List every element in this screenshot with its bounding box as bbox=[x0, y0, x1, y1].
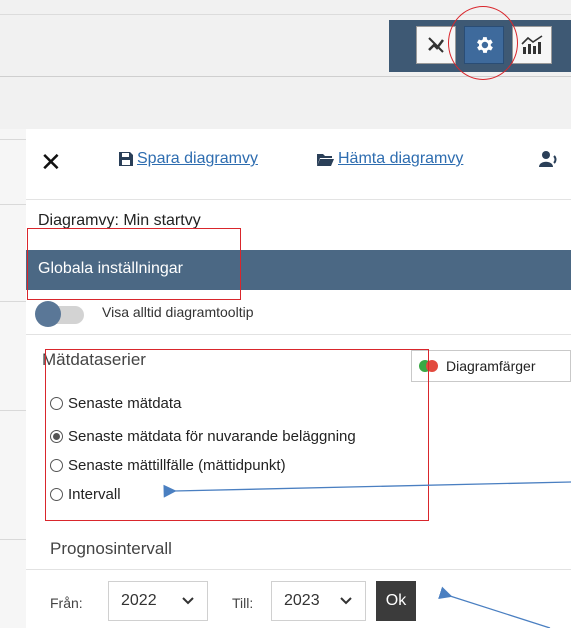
chevron-down-icon bbox=[182, 597, 194, 605]
diagram-colors-label: Diagramfärger bbox=[446, 358, 536, 374]
highlight-box-series bbox=[45, 349, 429, 521]
diagram-colors-button[interactable]: Diagramfärger bbox=[411, 350, 571, 382]
save-view-label: Spara diagramvy bbox=[137, 150, 258, 167]
chart-type-button[interactable] bbox=[512, 26, 552, 64]
to-year-value: 2023 bbox=[284, 592, 320, 609]
load-view-label: Hämta diagramvy bbox=[338, 150, 464, 167]
highlight-box-global-settings bbox=[27, 228, 241, 300]
print-button[interactable] bbox=[539, 150, 562, 168]
floppy-icon bbox=[119, 152, 133, 166]
ok-button[interactable]: Ok bbox=[376, 581, 416, 621]
no-tooltip-icon bbox=[428, 37, 444, 53]
close-icon[interactable]: ✕ bbox=[40, 149, 62, 175]
save-view-link[interactable]: Spara diagramvy bbox=[118, 150, 258, 168]
tooltip-toggle-label: Visa alltid diagramtooltip bbox=[102, 304, 254, 320]
chart-icon bbox=[521, 35, 543, 54]
to-label: Till: bbox=[232, 595, 254, 611]
folder-icon bbox=[317, 153, 334, 166]
toggle-knob[interactable] bbox=[35, 301, 61, 327]
from-label: Från: bbox=[50, 595, 83, 611]
forecast-title: Prognosintervall bbox=[50, 539, 172, 558]
divider bbox=[26, 569, 571, 570]
to-year-select[interactable]: 2023 bbox=[271, 581, 366, 621]
highlight-circle bbox=[448, 6, 518, 80]
print-icon bbox=[539, 151, 557, 167]
tooltip-toggle-row: Visa alltid diagramtooltip bbox=[26, 294, 571, 335]
from-year-value: 2022 bbox=[121, 592, 157, 609]
load-view-link[interactable]: Hämta diagramvy bbox=[316, 150, 463, 168]
background-strip bbox=[0, 129, 27, 628]
from-year-select[interactable]: 2022 bbox=[108, 581, 208, 621]
chevron-down-icon bbox=[340, 597, 352, 605]
top-bar bbox=[0, 0, 571, 129]
